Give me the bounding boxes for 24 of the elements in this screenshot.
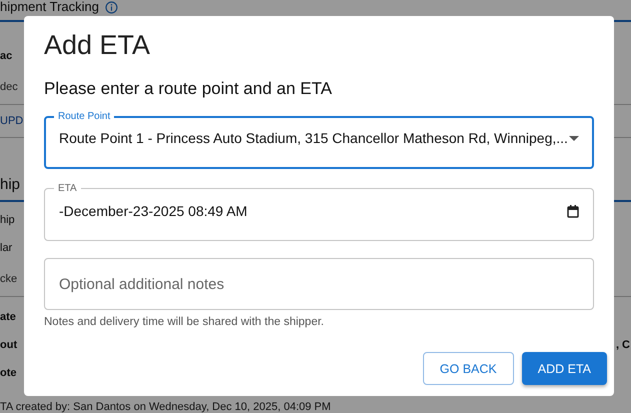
go-back-button[interactable]: GO BACK	[422, 352, 514, 385]
field-value: , C	[616, 339, 630, 351]
eta-created-note: TA created by: San Dantos on Wednesday, Dec 10, 2025, 04:09 PM	[0, 401, 331, 413]
field-label: ate	[0, 311, 16, 323]
section-heading: hip	[0, 176, 20, 192]
dialog-prompt: Please enter a route point and an ETA	[44, 79, 333, 99]
field-label: hip	[0, 214, 15, 226]
field-value: dec	[0, 81, 18, 93]
page-title: hipment Tracking	[0, 0, 99, 14]
route-point-select[interactable]: Route Point Route Point 1 - Princess Auto Stadium, 315 Chancellor Matheson Rd, Winnipeg,...	[44, 111, 594, 169]
dialog-title: Add ETA	[44, 30, 152, 61]
notes-field[interactable]: Optional additional notes	[44, 258, 594, 310]
info-icon[interactable]	[105, 0, 118, 14]
field-value: cke	[0, 273, 18, 285]
caret-icon	[569, 136, 579, 140]
field-label: lar	[0, 242, 12, 254]
field-label: out	[0, 339, 18, 351]
add-eta-button[interactable]: ADD ETA	[522, 352, 607, 385]
calendar-icon[interactable]	[567, 204, 579, 218]
field-label: ote	[0, 367, 16, 379]
update-link[interactable]: UPD	[0, 115, 24, 127]
eta-input-field[interactable]: ETA -December-23-2025 08:49 AM	[44, 183, 594, 241]
field-label: ac	[0, 50, 12, 62]
helper-text: Notes and delivery time will be shared with the shipper.	[44, 316, 325, 328]
